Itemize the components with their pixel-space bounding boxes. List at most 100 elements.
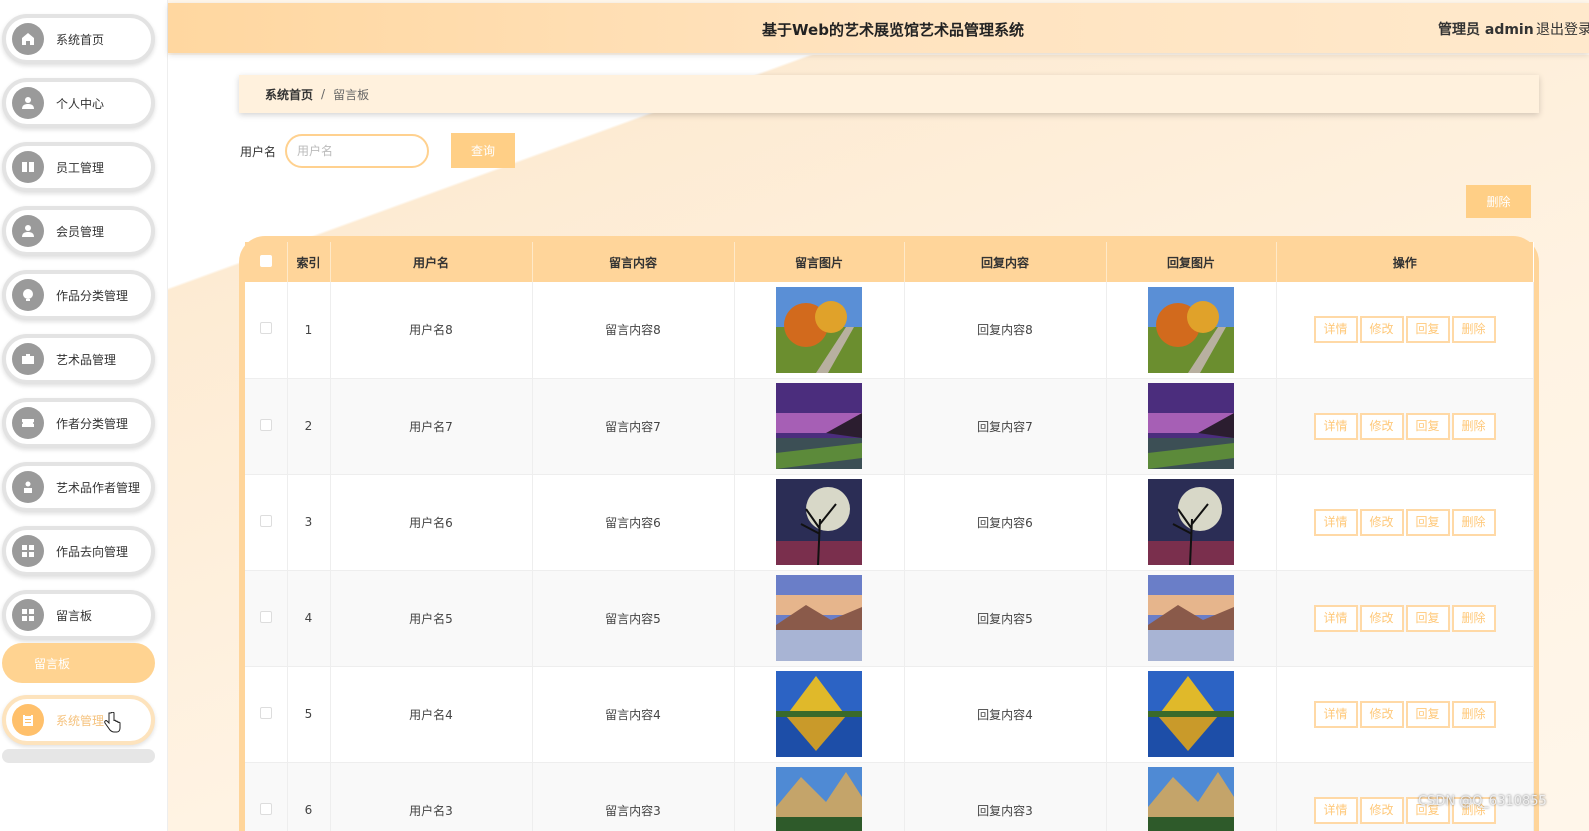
row-checkbox[interactable] xyxy=(259,610,272,623)
username-search-input[interactable] xyxy=(285,134,429,168)
row-select-cell[interactable] xyxy=(245,282,288,379)
row-checkbox[interactable] xyxy=(259,322,272,335)
sidebar-item[interactable]: 员工管理 xyxy=(2,142,155,192)
row-action-button[interactable]: 修改 xyxy=(1359,508,1404,536)
row-action-button[interactable]: 删除 xyxy=(1451,604,1496,632)
row-checkbox[interactable] xyxy=(259,418,272,431)
row-action-button[interactable]: 详情 xyxy=(1313,604,1358,632)
table-row: 6 用户名3 留言内容3 回复内容3 详情 修改 回复 删除 xyxy=(245,762,1534,831)
batch-delete-button[interactable]: 删除 xyxy=(1466,185,1531,218)
message-image-thumbnail[interactable] xyxy=(776,575,862,661)
row-select-cell[interactable] xyxy=(245,666,288,763)
column-header-username: 用户名 xyxy=(330,242,533,282)
person-icon xyxy=(12,471,44,503)
row-select-cell[interactable] xyxy=(245,762,288,831)
reply-image-thumbnail[interactable] xyxy=(1148,479,1234,565)
message-image-thumbnail[interactable] xyxy=(776,767,862,831)
current-user: 管理员 admin xyxy=(1438,22,1534,38)
sidebar-item[interactable]: 个人中心 xyxy=(2,78,155,128)
table-row: 1 用户名8 留言内容8 回复内容8 详情 修改 回复 删除 xyxy=(245,282,1534,379)
cell-username: 用户名4 xyxy=(330,666,533,763)
row-select-cell[interactable] xyxy=(245,474,288,571)
cell-reply: 回复内容6 xyxy=(904,474,1107,571)
row-checkbox[interactable] xyxy=(259,802,272,815)
cell-reply: 回复内容7 xyxy=(904,378,1107,475)
row-action-button[interactable]: 回复 xyxy=(1405,508,1450,536)
reply-image-thumbnail[interactable] xyxy=(1148,671,1234,757)
row-select-cell[interactable] xyxy=(245,570,288,667)
table-row: 4 用户名5 留言内容5 回复内容5 详情 修改 回复 删除 xyxy=(245,570,1534,667)
select-all-header[interactable] xyxy=(245,242,288,282)
sidebar-item[interactable]: 留言板 xyxy=(2,590,155,640)
select-all-checkbox[interactable] xyxy=(259,254,272,267)
message-image-thumbnail[interactable] xyxy=(776,479,862,565)
row-action-button[interactable]: 回复 xyxy=(1405,412,1450,440)
column-header-content: 留言内容 xyxy=(532,242,735,282)
row-action-button[interactable]: 修改 xyxy=(1359,412,1404,440)
sidebar-item-label: 会员管理 xyxy=(56,224,105,239)
query-button[interactable]: 查询 xyxy=(451,133,515,168)
row-action-button[interactable]: 详情 xyxy=(1313,316,1358,344)
row-action-button[interactable]: 修改 xyxy=(1359,700,1404,728)
reply-image-thumbnail[interactable] xyxy=(1148,767,1234,831)
row-action-button[interactable]: 回复 xyxy=(1405,316,1450,344)
message-image-thumbnail[interactable] xyxy=(776,671,862,757)
sidebar-item[interactable]: 会员管理 xyxy=(2,206,155,256)
sidebar-item[interactable]: 作品去向管理 xyxy=(2,526,155,576)
logout-link[interactable]: 退出登录 xyxy=(1536,19,1589,39)
column-header-image: 留言图片 xyxy=(734,242,905,282)
row-action-button[interactable]: 回复 xyxy=(1405,700,1450,728)
row-action-button[interactable]: 删除 xyxy=(1451,508,1496,536)
sidebar-subitem-message-board[interactable]: 留言板 xyxy=(2,643,155,683)
cell-reply-image xyxy=(1106,474,1277,571)
row-action-button[interactable]: 删除 xyxy=(1451,412,1496,440)
reply-image-thumbnail[interactable] xyxy=(1148,383,1234,469)
breadcrumb-home[interactable]: 系统首页 xyxy=(265,86,313,103)
reply-image-thumbnail[interactable] xyxy=(1148,575,1234,661)
search-label: 用户名 xyxy=(240,145,277,159)
cell-reply-image xyxy=(1106,666,1277,763)
row-action-button[interactable]: 详情 xyxy=(1313,412,1358,440)
row-checkbox[interactable] xyxy=(259,514,272,527)
row-checkbox[interactable] xyxy=(259,706,272,719)
breadcrumb-current: 留言板 xyxy=(333,87,370,102)
row-action-button[interactable]: 修改 xyxy=(1359,604,1404,632)
cell-index: 3 xyxy=(287,474,331,571)
row-action-button[interactable]: 修改 xyxy=(1359,796,1404,824)
app-title: 基于Web的艺术展览馆艺术品管理系统 xyxy=(762,21,1024,39)
message-image-thumbnail[interactable] xyxy=(776,383,862,469)
row-action-button[interactable]: 修改 xyxy=(1359,316,1404,344)
sidebar-item-system[interactable]: 系统管理 xyxy=(2,695,155,745)
cell-actions: 详情 修改 回复 删除 xyxy=(1276,474,1534,571)
row-action-button[interactable]: 删除 xyxy=(1451,700,1496,728)
sidebar-item[interactable]: 艺术品作者管理 xyxy=(2,462,155,512)
grid-icon xyxy=(12,599,44,631)
row-action-button[interactable]: 详情 xyxy=(1313,700,1358,728)
cell-image xyxy=(734,378,905,475)
sidebar-item[interactable]: 系统首页 xyxy=(2,14,155,64)
cell-content: 留言内容3 xyxy=(532,762,735,831)
cell-index: 2 xyxy=(287,378,331,475)
message-image-thumbnail[interactable] xyxy=(776,286,862,373)
cell-content: 留言内容4 xyxy=(532,666,735,763)
sidebar-item-label: 作者分类管理 xyxy=(56,416,129,431)
reply-image-thumbnail[interactable] xyxy=(1148,286,1234,373)
clipboard-icon xyxy=(12,704,44,736)
row-action-button[interactable]: 回复 xyxy=(1405,604,1450,632)
row-action-button[interactable]: 删除 xyxy=(1451,316,1496,344)
message-table: 索引 用户名 留言内容 留言图片 回复内容 回复图片 操作 1 用户名8 留言内容8… xyxy=(245,242,1534,831)
sidebar-item-label: 作品分类管理 xyxy=(56,288,129,303)
cell-content: 留言内容8 xyxy=(532,282,735,379)
sidebar: 系统首页个人中心员工管理会员管理作品分类管理艺术品管理作者分类管理 艺术品作者管理… xyxy=(0,0,168,831)
sidebar-item[interactable]: 作品分类管理 xyxy=(2,270,155,320)
sidebar-item-label: 艺术品作者管理 xyxy=(56,480,141,495)
sidebar-item[interactable]: 作者分类管理 xyxy=(2,398,155,448)
row-select-cell[interactable] xyxy=(245,378,288,475)
row-action-button[interactable]: 详情 xyxy=(1313,508,1358,536)
ticket-icon xyxy=(12,407,44,439)
sidebar-item[interactable]: 艺术品管理 xyxy=(2,334,155,384)
cell-image xyxy=(734,570,905,667)
sidebar-item-label: 作品去向管理 xyxy=(56,544,129,559)
row-action-button[interactable]: 详情 xyxy=(1313,796,1358,824)
user-icon xyxy=(12,87,44,119)
